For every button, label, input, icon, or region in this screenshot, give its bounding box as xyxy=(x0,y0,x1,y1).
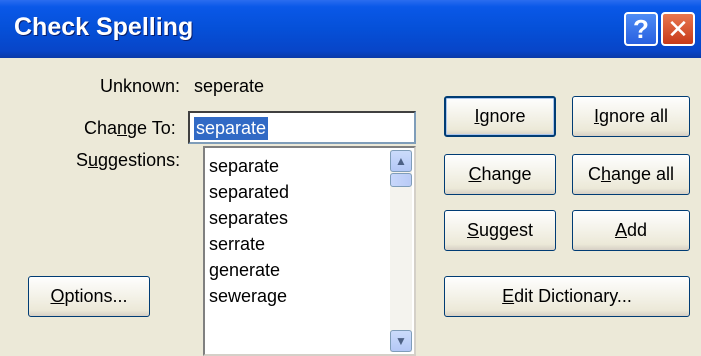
close-button[interactable]: ✕ xyxy=(661,12,695,46)
list-item[interactable]: generate xyxy=(209,260,280,281)
unknown-word: seperate xyxy=(194,76,265,96)
scroll-down-button[interactable]: ▼ xyxy=(390,330,412,352)
scroll-up-button[interactable]: ▲ xyxy=(390,150,412,172)
ignore-all-button[interactable]: Ignore all xyxy=(572,96,690,137)
check-spelling-dialog: Check Spelling ? ✕ Unknown: seperate Cha… xyxy=(0,0,701,356)
change-button[interactable]: Change xyxy=(444,154,556,195)
dialog-body: Unknown: seperate Change To: separate Su… xyxy=(0,58,701,356)
change-all-button[interactable]: Ch ange all xyxy=(572,154,690,195)
add-button[interactable]: Add xyxy=(572,210,690,251)
suggestions-list[interactable]: separate separated separates serrate gen… xyxy=(203,146,416,356)
suggestions-label: Suggestions: xyxy=(76,150,181,170)
help-icon: ? xyxy=(633,13,649,44)
help-button[interactable]: ? xyxy=(624,12,658,46)
suggestions-scrollbar[interactable]: ▲ ▼ xyxy=(390,150,412,352)
edit-dictionary-button[interactable]: Edit Dictionary... xyxy=(444,276,690,317)
chevron-down-icon: ▼ xyxy=(395,334,407,348)
ignore-button[interactable]: Ignore xyxy=(444,96,556,137)
options-button[interactable]: Options... xyxy=(28,276,150,317)
chevron-up-icon: ▲ xyxy=(395,154,407,168)
change-to-input[interactable]: separate xyxy=(188,111,416,144)
list-item[interactable]: serrate xyxy=(209,234,265,255)
list-item[interactable]: separates xyxy=(209,208,288,229)
change-to-value: separate xyxy=(194,117,269,140)
title-bar[interactable]: Check Spelling ? ✕ xyxy=(0,0,701,58)
dialog-title: Check Spelling xyxy=(14,13,194,41)
list-item[interactable]: separate xyxy=(209,156,279,177)
change-to-label: Change To: xyxy=(84,118,176,138)
scroll-thumb[interactable] xyxy=(390,173,412,187)
close-icon: ✕ xyxy=(667,13,689,44)
suggest-button[interactable]: Suggest xyxy=(444,210,556,251)
list-item[interactable]: separated xyxy=(209,182,289,203)
unknown-label: Unknown: xyxy=(100,76,181,96)
list-item[interactable]: sewerage xyxy=(209,286,287,307)
